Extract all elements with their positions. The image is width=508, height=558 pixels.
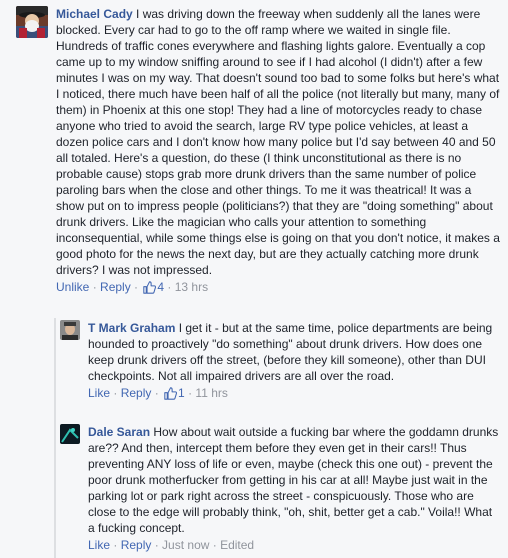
comment-thread: Michael Cady I was driving down the free…: [0, 0, 508, 558]
reply-button[interactable]: Reply: [121, 386, 152, 400]
reply-button[interactable]: Reply: [121, 538, 152, 552]
comment-body: Dale Saran How about wait outside a fuck…: [88, 424, 500, 553]
comment-actions: Unlike · Reply · 4 · 13 hrs: [56, 279, 500, 298]
comment-text: T Mark Graham I get it - but at the same…: [88, 320, 500, 384]
edited-label[interactable]: Edited: [220, 538, 254, 552]
comment-text: Michael Cady I was driving down the free…: [56, 6, 500, 278]
thumbs-up-icon: [164, 387, 178, 404]
like-count[interactable]: 1: [162, 386, 185, 400]
comment-actions: Like · Reply · 1 · 11 hrs: [88, 385, 500, 404]
timestamp[interactable]: Just now: [162, 538, 209, 552]
reply-button[interactable]: Reply: [100, 280, 131, 294]
comment-author[interactable]: Dale Saran: [88, 425, 150, 439]
comment-author[interactable]: T Mark Graham: [88, 321, 175, 335]
avatar[interactable]: [60, 320, 80, 340]
avatar[interactable]: [16, 6, 48, 38]
reply-thread-line: [54, 318, 56, 558]
reply-comment: T Mark Graham I get it - but at the same…: [60, 320, 500, 404]
timestamp[interactable]: 13 hrs: [175, 280, 208, 294]
comment-message: I was driving down the freeway when sudd…: [56, 7, 500, 277]
unlike-button[interactable]: Unlike: [56, 280, 89, 294]
comment-body: T Mark Graham I get it - but at the same…: [88, 320, 500, 404]
comment-body: Michael Cady I was driving down the free…: [56, 6, 500, 298]
avatar[interactable]: [60, 424, 80, 444]
like-button[interactable]: Like: [88, 538, 110, 552]
comment-author[interactable]: Michael Cady: [56, 7, 133, 21]
comment-actions: Like · Reply · Just now · Edited: [88, 538, 255, 552]
comment-message: How about wait outside a fucking bar whe…: [88, 425, 499, 535]
like-count[interactable]: 4: [141, 280, 164, 294]
comment: Michael Cady I was driving down the free…: [16, 6, 500, 298]
comment-text: Dale Saran How about wait outside a fuck…: [88, 424, 500, 536]
like-button[interactable]: Like: [88, 386, 110, 400]
thumbs-up-icon: [143, 281, 157, 298]
reply-comment: Dale Saran How about wait outside a fuck…: [60, 424, 500, 553]
timestamp[interactable]: 11 hrs: [195, 386, 227, 400]
